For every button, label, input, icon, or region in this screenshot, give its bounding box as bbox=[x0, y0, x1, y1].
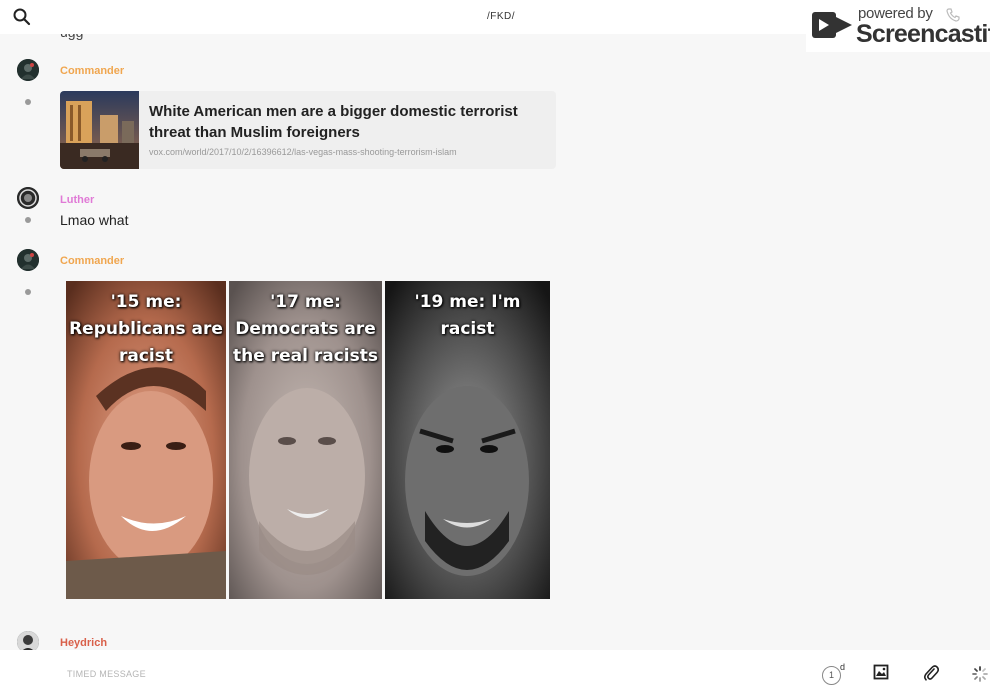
partial-message-text: ugg bbox=[60, 34, 83, 40]
avatar-commander[interactable] bbox=[17, 249, 39, 271]
meme-panel: '15 me: Republicans are racist bbox=[66, 281, 226, 599]
avatar-commander[interactable] bbox=[17, 59, 39, 81]
message-input[interactable]: TIMED MESSAGE bbox=[67, 669, 146, 679]
message-author[interactable]: Heydrich bbox=[60, 637, 107, 649]
message-text: Lmao what bbox=[60, 212, 129, 228]
meme-caption: '15 me: Republicans are racist bbox=[69, 292, 223, 366]
phone-icon[interactable] bbox=[946, 8, 960, 27]
meme-panel: '19 me: I'm racist bbox=[385, 281, 550, 599]
message-status-dot bbox=[25, 217, 31, 223]
message-list[interactable]: ugg Commander White American men are a b… bbox=[0, 34, 990, 650]
message-author[interactable]: Luther bbox=[60, 194, 94, 206]
message-author[interactable]: Commander bbox=[60, 255, 124, 267]
message-status-dot bbox=[25, 99, 31, 105]
avatar-luther[interactable] bbox=[17, 187, 39, 209]
avatar-heydrich[interactable] bbox=[17, 631, 39, 650]
paperclip-icon[interactable] bbox=[923, 664, 940, 687]
link-preview-url[interactable]: vox.com/world/2017/10/2/16396612/las-veg… bbox=[149, 147, 457, 157]
meme-caption: '19 me: I'm racist bbox=[414, 292, 521, 339]
message-author[interactable]: Commander bbox=[60, 65, 124, 77]
timer-icon[interactable]: 1 bbox=[822, 666, 841, 685]
meme-image[interactable]: '15 me: Republicans are racist '17 me: D… bbox=[66, 281, 556, 599]
message-composer: TIMED MESSAGE 1 d bbox=[0, 650, 990, 700]
timer-unit-label: d bbox=[840, 662, 846, 672]
link-preview-title[interactable]: White American men are a bigger domestic… bbox=[149, 101, 549, 143]
link-preview-thumbnail bbox=[60, 91, 139, 169]
image-icon[interactable] bbox=[873, 664, 889, 685]
meme-panel: '17 me: Democrats are the real racists bbox=[229, 281, 382, 599]
message-status-dot bbox=[25, 289, 31, 295]
loading-spinner-icon bbox=[972, 666, 988, 687]
meme-caption: '17 me: Democrats are the real racists bbox=[233, 292, 378, 366]
link-preview-card[interactable]: White American men are a bigger domestic… bbox=[60, 91, 556, 169]
